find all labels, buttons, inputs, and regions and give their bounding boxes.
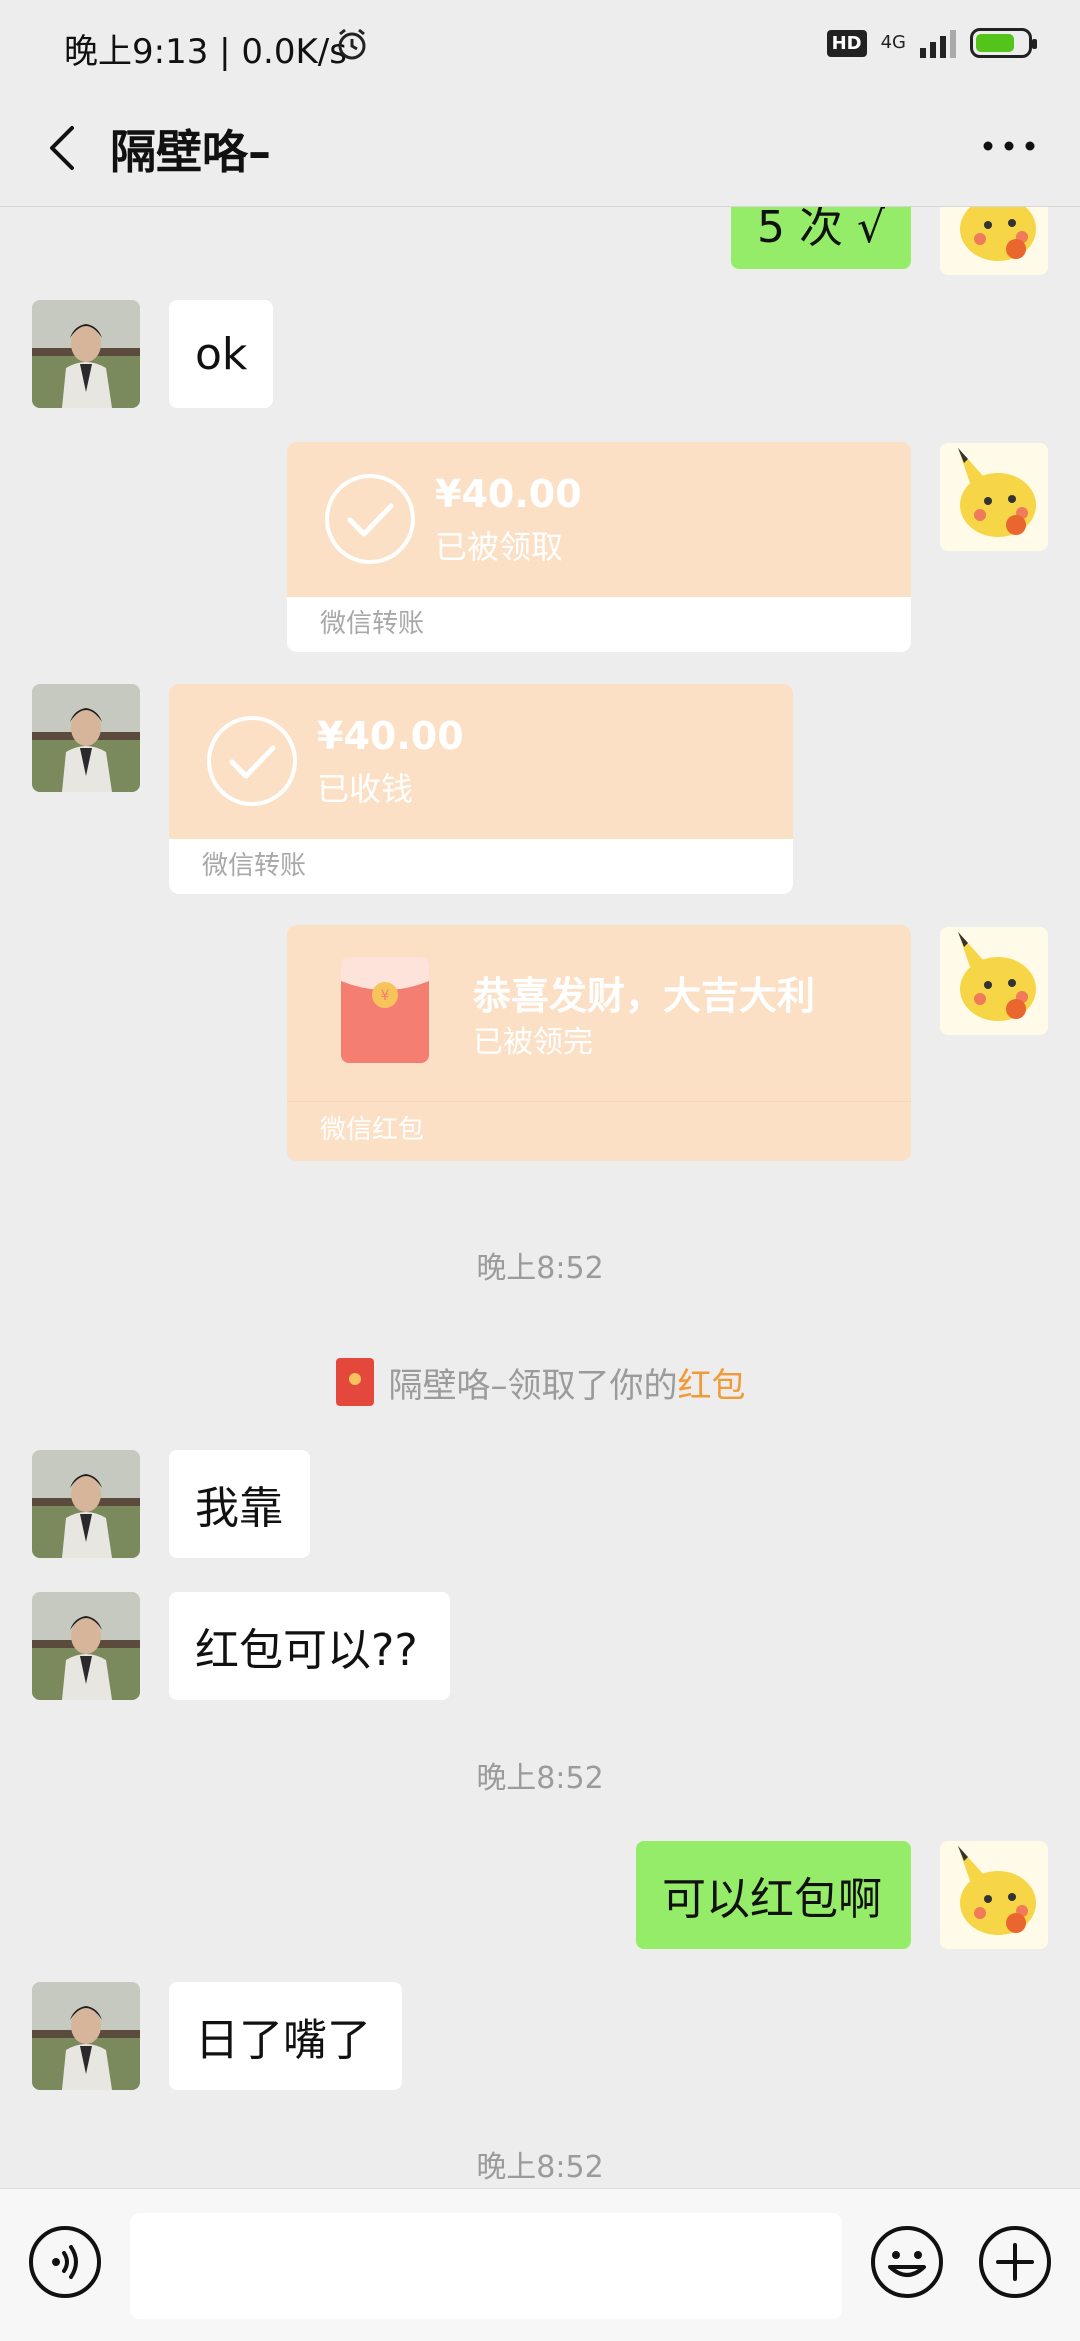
status-time-speed: 晚上9:13 | 0.0K/s [64, 32, 347, 72]
voice-icon [29, 2226, 101, 2298]
voice-button[interactable] [28, 2225, 102, 2299]
message-text: 我靠 [195, 1483, 283, 1534]
transfer-status: 已收钱 [317, 770, 414, 808]
red-packet-wish: 恭喜发财，大吉大利 [473, 974, 816, 1018]
my-avatar[interactable] [940, 207, 1048, 275]
emoji-icon [871, 2226, 943, 2298]
back-button[interactable] [34, 118, 94, 178]
transfer-card-sent[interactable]: ¥40.00 已被领取 微信转账 [287, 442, 911, 652]
transfer-status: 已被领取 [435, 528, 564, 566]
alarm-icon [334, 26, 370, 66]
message-text: 日了嘴了 [195, 2015, 371, 2066]
contact-avatar[interactable] [32, 300, 140, 408]
emoji-button[interactable] [870, 2225, 944, 2299]
red-packet-status: 已被领完 [473, 1025, 593, 1060]
check-circle-icon [207, 716, 297, 806]
message-bubble-sent[interactable]: 可以红包啊 [636, 1841, 911, 1949]
svg-text:¥: ¥ [381, 988, 390, 1004]
message-bubble-sent[interactable]: 5 次 √ [731, 207, 911, 269]
chat-header: 隔壁咯– [0, 96, 1080, 207]
message-bubble-received[interactable]: 红包可以?? [169, 1592, 450, 1700]
contact-avatar[interactable] [32, 1592, 140, 1700]
signal-strength-icon [920, 28, 956, 58]
red-packet-label: 微信红包 [287, 1101, 911, 1161]
network-type-label: 4G [880, 32, 906, 53]
message-text: 可以红包啊 [662, 1874, 882, 1925]
timestamp: 晚上8:52 [476, 1761, 604, 1796]
message-bubble-received[interactable]: ok [169, 300, 273, 408]
timestamp: 晚上8:52 [476, 2150, 604, 2185]
input-bar [0, 2188, 1080, 2341]
transfer-label: 微信转账 [287, 597, 911, 652]
contact-avatar[interactable] [32, 684, 140, 792]
red-packet-small-icon [335, 1358, 374, 1406]
more-button[interactable] [974, 116, 1044, 176]
contact-avatar[interactable] [32, 1450, 140, 1558]
message-text: 5 次 √ [757, 207, 886, 253]
plus-icon [979, 2226, 1051, 2298]
red-packet-card[interactable]: ¥ 恭喜发财，大吉大利 已被领完 微信红包 [287, 925, 911, 1161]
transfer-label: 微信转账 [169, 839, 793, 894]
hd-voice-icon: HD [826, 29, 867, 57]
contact-avatar[interactable] [32, 1982, 140, 2090]
transfer-card-received[interactable]: ¥40.00 已收钱 微信转账 [169, 684, 793, 894]
my-avatar[interactable] [940, 1841, 1048, 1949]
transfer-amount: ¥40.00 [435, 472, 582, 516]
message-bubble-received[interactable]: 我靠 [169, 1450, 310, 1558]
more-functions-button[interactable] [978, 2225, 1052, 2299]
my-avatar[interactable] [940, 927, 1048, 1035]
message-bubble-received[interactable]: 日了嘴了 [169, 1982, 402, 2090]
timestamp: 晚上8:52 [476, 1251, 604, 1286]
chevron-left-icon [50, 126, 74, 170]
red-packet-icon: ¥ [341, 957, 429, 1063]
transfer-amount: ¥40.00 [317, 714, 464, 758]
message-text: 红包可以?? [195, 1625, 418, 1676]
message-text: ok [195, 328, 248, 380]
message-list[interactable]: 5 次 √ ok ¥40.00 已被领取 微信转账 ¥40.00 已收钱 微信转… [0, 207, 1080, 2187]
red-packet-link[interactable]: 红包 [678, 1366, 746, 1406]
status-bar: 晚上9:13 | 0.0K/s HD 4G [0, 0, 1080, 96]
chat-title: 隔壁咯– [110, 125, 271, 179]
my-avatar[interactable] [940, 443, 1048, 551]
system-message: 隔壁咯–领取了你的红包 [0, 1357, 1080, 1407]
battery-icon [970, 28, 1037, 58]
message-input[interactable] [130, 2213, 842, 2319]
check-circle-icon [325, 474, 415, 564]
more-dots-icon [983, 141, 1035, 151]
system-message-text: 隔壁咯–领取了你的 [388, 1365, 678, 1406]
